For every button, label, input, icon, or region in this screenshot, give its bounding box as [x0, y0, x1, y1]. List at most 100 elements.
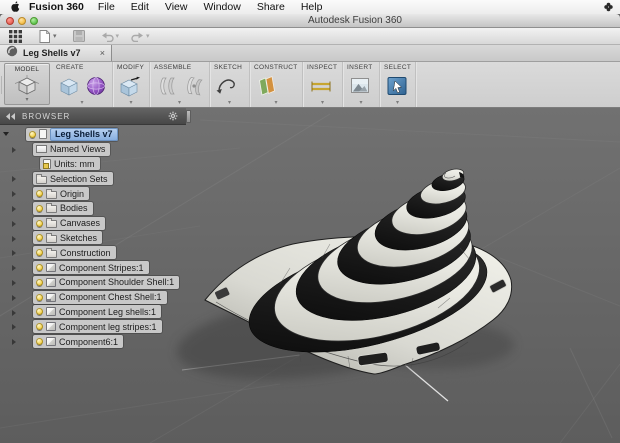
- tab-close-button[interactable]: ×: [100, 48, 105, 58]
- browser-item-chip[interactable]: Component Shoulder Shell:1: [33, 275, 180, 289]
- visibility-bulb-icon[interactable]: [36, 249, 43, 257]
- as-built-joint-icon[interactable]: [182, 74, 206, 98]
- minimize-button[interactable]: [18, 17, 26, 25]
- model-workspace-caret[interactable]: ▾: [5, 97, 49, 104]
- app-grid-icon[interactable]: [7, 29, 24, 44]
- browser-item-chip[interactable]: Leg Shells v7: [26, 127, 118, 141]
- select-icon[interactable]: [385, 74, 409, 98]
- expand-arrow-icon[interactable]: [12, 235, 16, 242]
- ribbon-group-caret-construct[interactable]: ▾: [250, 100, 302, 107]
- menu-item-edit[interactable]: Edit: [123, 1, 157, 13]
- expand-arrow-icon[interactable]: [12, 294, 16, 301]
- new-design-icon[interactable]: ▾: [37, 29, 59, 44]
- browser-item-chip[interactable]: Component Chest Shell:1: [33, 290, 167, 304]
- expand-arrow-icon[interactable]: [12, 250, 16, 257]
- undo-icon[interactable]: ▾: [99, 29, 122, 44]
- gear-icon[interactable]: [168, 111, 178, 121]
- visibility-bulb-icon[interactable]: [36, 338, 43, 346]
- visibility-bulb-icon[interactable]: [36, 278, 43, 286]
- browser-item-origin[interactable]: Origin: [0, 186, 179, 201]
- construct-plane-icon[interactable]: [255, 74, 279, 98]
- visibility-bulb-icon[interactable]: [29, 130, 36, 138]
- redo-icon[interactable]: ▾: [129, 29, 152, 44]
- insert-image-icon[interactable]: [348, 74, 372, 98]
- menu-item-share[interactable]: Share: [249, 1, 293, 13]
- measure-icon[interactable]: [308, 74, 332, 98]
- visibility-bulb-icon[interactable]: [36, 264, 43, 272]
- apple-icon[interactable]: [10, 1, 20, 13]
- browser-item-chip[interactable]: Selection Sets: [33, 172, 113, 186]
- browser-item-component6-1[interactable]: Component6:1: [0, 334, 179, 349]
- menu-item-help[interactable]: Help: [293, 1, 331, 13]
- browser-item-leg-shells-v7[interactable]: Leg Shells v7: [0, 127, 179, 142]
- status-icon[interactable]: [603, 2, 614, 12]
- browser-item-units-mm[interactable]: Units: mm: [0, 157, 179, 172]
- browser-item-chip[interactable]: Construction: [33, 246, 116, 260]
- expand-arrow-icon[interactable]: [12, 191, 16, 198]
- collapse-panel-icon[interactable]: [6, 112, 15, 120]
- browser-item-chip[interactable]: Sketches: [33, 231, 103, 245]
- expand-arrow-icon[interactable]: [12, 339, 16, 346]
- browser-item-component-leg-shells-1[interactable]: Component Leg shells:1: [0, 305, 179, 320]
- ribbon-group-caret-inspect[interactable]: ▾: [303, 100, 342, 107]
- browser-item-chip[interactable]: Named Views: [33, 142, 111, 156]
- expand-arrow-icon[interactable]: [12, 146, 16, 153]
- browser-item-bodies[interactable]: Bodies: [0, 201, 179, 216]
- expand-arrow-icon[interactable]: [12, 220, 16, 227]
- expand-arrow-icon[interactable]: [12, 176, 16, 183]
- browser-item-chip[interactable]: Canvases: [33, 216, 106, 230]
- model-workspace-button[interactable]: MODEL ▾: [4, 63, 50, 105]
- browser-item-chip[interactable]: Component Stripes:1: [33, 261, 149, 275]
- expand-arrow-icon[interactable]: [12, 205, 16, 212]
- browser-item-component-chest-shell-1[interactable]: Component Chest Shell:1: [0, 290, 179, 305]
- viewport-canvas[interactable]: BROWSER Leg Shells v7 Named Views Units: m…: [0, 108, 620, 443]
- visibility-bulb-icon[interactable]: [36, 308, 43, 316]
- shell-model[interactable]: [176, 148, 518, 398]
- visibility-bulb-icon[interactable]: [36, 219, 43, 227]
- browser-item-component-leg-stripes-1[interactable]: Component leg stripes:1: [0, 319, 179, 334]
- browser-item-chip[interactable]: Bodies: [33, 201, 93, 215]
- expand-arrow-icon[interactable]: [12, 265, 16, 272]
- close-button[interactable]: [6, 17, 14, 25]
- form-sphere-icon[interactable]: [84, 74, 108, 98]
- box-primitive-icon[interactable]: [57, 74, 81, 98]
- browser-item-named-views[interactable]: Named Views: [0, 142, 179, 157]
- joint-icon[interactable]: [155, 74, 179, 98]
- menu-item-view[interactable]: View: [157, 1, 196, 13]
- browser-item-component-shoulder-shell-1[interactable]: Component Shoulder Shell:1: [0, 275, 180, 290]
- visibility-bulb-icon[interactable]: [36, 190, 43, 198]
- ribbon-group-caret-insert[interactable]: ▾: [343, 100, 379, 107]
- ribbon-group-caret-select[interactable]: ▾: [380, 100, 415, 107]
- save-icon[interactable]: [71, 29, 87, 44]
- press-pull-icon[interactable]: [118, 74, 142, 98]
- menu-item-window[interactable]: Window: [195, 1, 248, 13]
- visibility-bulb-icon[interactable]: [36, 323, 43, 331]
- browser-item-chip[interactable]: Units: mm: [40, 157, 100, 171]
- expand-arrow-open-icon[interactable]: [3, 132, 9, 136]
- document-tab[interactable]: Leg Shells v7 ×: [0, 45, 112, 61]
- menu-app-name[interactable]: Fusion 360: [29, 1, 84, 13]
- browser-item-canvases[interactable]: Canvases: [0, 216, 179, 231]
- browser-item-chip[interactable]: Origin: [33, 187, 90, 201]
- menu-item-file[interactable]: File: [90, 1, 123, 13]
- ribbon-group-caret-sketch[interactable]: ▾: [210, 100, 249, 107]
- visibility-bulb-icon[interactable]: [36, 204, 43, 212]
- ribbon-group-caret-modify[interactable]: ▾: [113, 100, 149, 107]
- expand-arrow-icon[interactable]: [12, 279, 16, 286]
- window-titlebar[interactable]: Autodesk Fusion 360: [0, 14, 620, 28]
- browser-item-chip[interactable]: Component leg stripes:1: [33, 320, 162, 334]
- browser-item-sketches[interactable]: Sketches: [0, 231, 179, 246]
- zoom-button[interactable]: [30, 17, 38, 25]
- expand-arrow-icon[interactable]: [12, 324, 16, 331]
- panel-resize-handle[interactable]: [186, 110, 191, 123]
- browser-item-chip[interactable]: Component6:1: [33, 335, 124, 349]
- browser-item-component-stripes-1[interactable]: Component Stripes:1: [0, 260, 179, 275]
- expand-arrow-icon[interactable]: [12, 309, 16, 316]
- ribbon-group-caret-assemble[interactable]: ▾: [150, 100, 209, 107]
- browser-item-chip[interactable]: Component Leg shells:1: [33, 305, 162, 319]
- visibility-bulb-icon[interactable]: [36, 293, 43, 301]
- browser-item-selection-sets[interactable]: Selection Sets: [0, 171, 179, 186]
- ribbon-group-caret-create[interactable]: ▾: [52, 100, 112, 107]
- visibility-bulb-icon[interactable]: [36, 234, 43, 242]
- create-sketch-icon[interactable]: [215, 74, 239, 98]
